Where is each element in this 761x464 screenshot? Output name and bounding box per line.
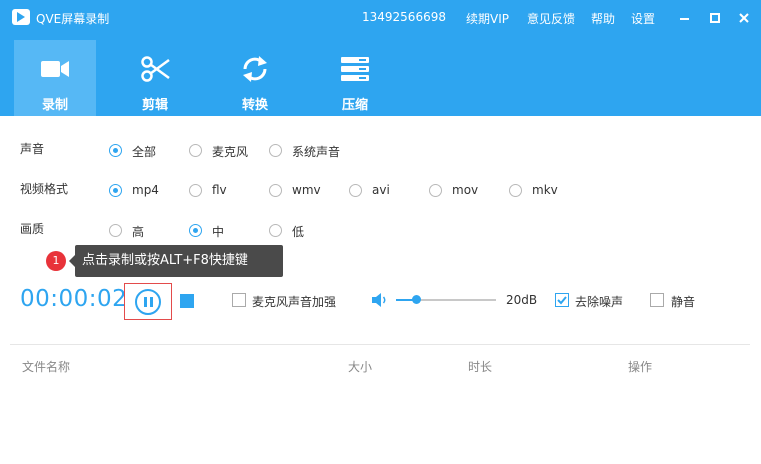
- format-option-avi: avi: [372, 183, 390, 197]
- format-option-wmv: wmv: [292, 183, 321, 197]
- format-option-mp4: mp4: [132, 183, 159, 197]
- format-option-mov: mov: [452, 183, 479, 197]
- tab-compress[interactable]: 压缩: [314, 40, 396, 116]
- minimize-icon[interactable]: [677, 10, 693, 26]
- mic-boost-label: 麦克风声音加强: [252, 295, 337, 309]
- quality-label: 画质: [20, 222, 45, 236]
- format-radio-avi[interactable]: [349, 184, 362, 197]
- denoise-checkbox[interactable]: [555, 293, 569, 307]
- audio-radio-mic[interactable]: [189, 144, 202, 157]
- tab-compress-label: 压缩: [341, 98, 368, 113]
- app-header: QVE屏幕录制 13492566698 续期VIP 意见反馈 帮助 设置 录制: [0, 0, 761, 116]
- tab-record[interactable]: 录制: [14, 40, 96, 116]
- recording-timer: 00:00:02: [20, 286, 128, 312]
- speaker-icon[interactable]: [371, 292, 389, 308]
- column-header-size: 大小: [348, 360, 373, 374]
- video-camera-icon: [40, 54, 70, 84]
- compress-icon: [340, 54, 370, 84]
- pause-button[interactable]: [124, 283, 172, 320]
- tab-edit-label: 剪辑: [141, 98, 168, 113]
- audio-label: 声音: [20, 142, 45, 156]
- tab-record-label: 录制: [41, 98, 68, 113]
- volume-slider[interactable]: [396, 295, 496, 304]
- volume-knob[interactable]: [412, 295, 421, 304]
- phone-number: 13492566698: [362, 10, 446, 24]
- format-label: 视频格式: [20, 182, 69, 196]
- audio-radio-system[interactable]: [269, 144, 282, 157]
- mute-label: 静音: [671, 295, 696, 309]
- format-radio-mkv[interactable]: [509, 184, 522, 197]
- column-header-actions: 操作: [628, 360, 653, 374]
- app-title: QVE屏幕录制: [36, 12, 110, 26]
- quality-option-low: 低: [292, 225, 305, 239]
- format-option-flv: flv: [212, 183, 227, 197]
- format-radio-mov[interactable]: [429, 184, 442, 197]
- settings-link[interactable]: 设置: [631, 10, 655, 27]
- feedback-link[interactable]: 意见反馈: [527, 10, 575, 27]
- volume-value: 20dB: [506, 293, 538, 307]
- format-radio-wmv[interactable]: [269, 184, 282, 197]
- hint-tooltip: 点击录制或按ALT+F8快捷键: [69, 245, 283, 277]
- tab-edit[interactable]: 剪辑: [114, 40, 196, 116]
- scissors-icon: [140, 54, 170, 84]
- format-radio-flv[interactable]: [189, 184, 202, 197]
- mic-boost-checkbox[interactable]: [232, 293, 246, 307]
- quality-option-high: 高: [132, 225, 145, 239]
- column-header-filename: 文件名称: [22, 360, 71, 374]
- maximize-icon[interactable]: [707, 10, 723, 26]
- audio-option-system: 系统声音: [292, 145, 341, 159]
- mute-checkbox[interactable]: [650, 293, 664, 307]
- section-divider: [10, 344, 750, 345]
- column-header-duration: 时长: [468, 360, 493, 374]
- format-option-mkv: mkv: [532, 183, 558, 197]
- step-badge: 1: [46, 251, 66, 271]
- help-link[interactable]: 帮助: [591, 10, 615, 27]
- audio-radio-all[interactable]: [109, 144, 122, 157]
- renew-vip-link[interactable]: 续期VIP: [466, 10, 509, 27]
- tab-convert-label: 转换: [241, 98, 268, 113]
- quality-radio-medium[interactable]: [189, 224, 202, 237]
- audio-option-all: 全部: [132, 145, 157, 159]
- denoise-label: 去除噪声: [575, 295, 624, 309]
- quality-radio-low[interactable]: [269, 224, 282, 237]
- close-icon[interactable]: [736, 10, 752, 26]
- stop-button[interactable]: [180, 294, 194, 308]
- refresh-icon: [240, 54, 270, 84]
- tab-convert[interactable]: 转换: [214, 40, 296, 116]
- format-radio-mp4[interactable]: [109, 184, 122, 197]
- pause-icon: [135, 289, 161, 315]
- quality-radio-high[interactable]: [109, 224, 122, 237]
- app-logo-icon: [12, 9, 30, 25]
- title-bar: QVE屏幕录制 13492566698 续期VIP 意见反馈 帮助 设置: [0, 0, 761, 36]
- audio-option-mic: 麦克风: [212, 145, 249, 159]
- quality-option-medium: 中: [212, 225, 225, 239]
